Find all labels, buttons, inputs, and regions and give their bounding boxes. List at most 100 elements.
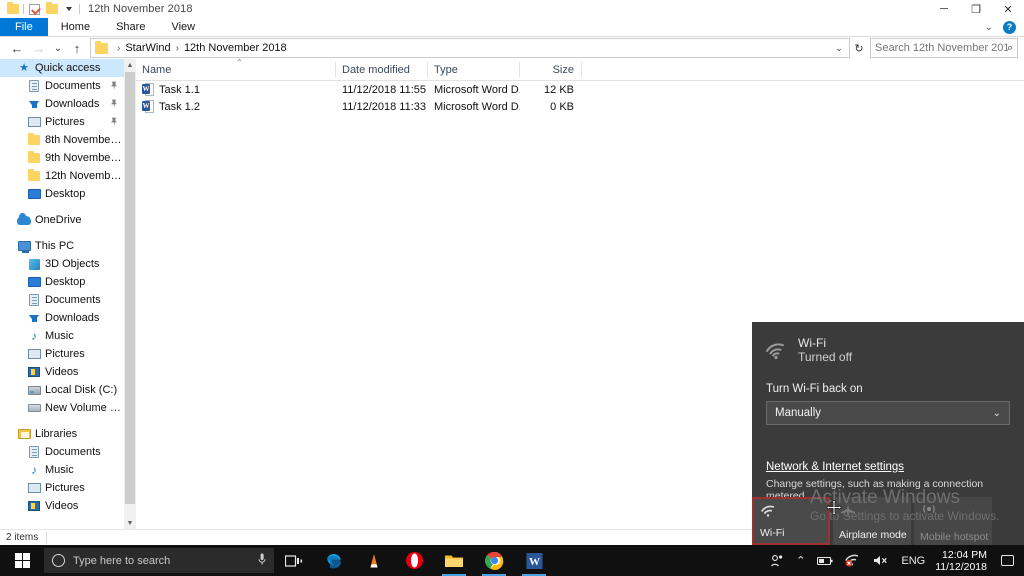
opera-button[interactable] bbox=[394, 545, 434, 576]
sidebar-item-videos[interactable]: Videos bbox=[0, 363, 124, 381]
pictures-icon bbox=[26, 349, 42, 359]
tab-share[interactable]: Share bbox=[103, 18, 158, 36]
battery-icon[interactable] bbox=[811, 545, 839, 576]
hotspot-icon bbox=[921, 503, 937, 521]
table-row[interactable]: W Task 1.2 11/12/2018 11:33 Microsoft Word … bbox=[136, 98, 1024, 115]
tile-airplane-mode[interactable]: Airplane mode bbox=[833, 497, 911, 545]
sidebar-item-9th-november-2018[interactable]: 9th November 2018 bbox=[0, 149, 124, 167]
sidebar-item-downloads[interactable]: Downloads bbox=[0, 309, 124, 327]
vlc-button[interactable] bbox=[354, 545, 394, 576]
pin-icon[interactable] bbox=[110, 117, 118, 128]
customize-dropdown-icon[interactable] bbox=[60, 1, 77, 18]
tile-wifi[interactable]: Wi-Fi bbox=[752, 497, 830, 545]
tile-mobile-hotspot[interactable]: Mobile hotspot bbox=[914, 497, 992, 545]
sidebar-item-music[interactable]: ♪ Music bbox=[0, 461, 124, 479]
wifi-icon bbox=[764, 341, 790, 361]
wifi-schedule-dropdown[interactable]: Manually ⌄ bbox=[766, 401, 1010, 425]
maximize-button[interactable]: ❐ bbox=[960, 0, 992, 18]
search-input[interactable]: Search 12th November 2018 ⌕ bbox=[870, 38, 1018, 58]
sidebar-item-label: Local Disk (C:) bbox=[45, 384, 118, 396]
new-folder-icon[interactable] bbox=[43, 1, 60, 18]
file-explorer-button[interactable] bbox=[434, 545, 474, 576]
address-dropdown-icon[interactable]: ⌄ bbox=[831, 43, 847, 54]
file-name: Task 1.1 bbox=[159, 83, 200, 96]
word-button[interactable]: W bbox=[514, 545, 554, 576]
volume-muted-icon[interactable] bbox=[867, 545, 895, 576]
tab-file[interactable]: File bbox=[0, 18, 48, 36]
pin-icon[interactable] bbox=[110, 99, 118, 110]
sidebar-item-label: Pictures bbox=[45, 348, 85, 360]
start-button[interactable] bbox=[0, 545, 44, 576]
column-header-name[interactable]: ⌃ Name bbox=[136, 58, 336, 80]
network-settings-link[interactable]: Network & Internet settings bbox=[752, 461, 904, 473]
language-indicator[interactable]: ENG bbox=[895, 545, 931, 576]
people-icon[interactable] bbox=[764, 545, 790, 576]
sidebar-item-desktop[interactable]: Desktop bbox=[0, 273, 124, 291]
sidebar-item-label: 3D Objects bbox=[45, 258, 100, 270]
task-view-button[interactable] bbox=[274, 545, 314, 576]
sidebar-item-documents[interactable]: Documents bbox=[0, 77, 124, 95]
sidebar-item-pictures[interactable]: Pictures bbox=[0, 479, 124, 497]
sidebar-item-quick-access[interactable]: ★ Quick access bbox=[0, 59, 124, 77]
table-row[interactable]: W Task 1.1 11/12/2018 11:55 Microsoft Word … bbox=[136, 81, 1024, 98]
title-bar: 12th November 2018 ─ ❐ ✕ bbox=[0, 0, 1024, 18]
file-rows: W Task 1.1 11/12/2018 11:55 Microsoft Word … bbox=[136, 81, 1024, 115]
scrollbar-thumb[interactable] bbox=[125, 72, 135, 504]
microphone-icon[interactable] bbox=[258, 553, 266, 569]
sidebar-item-pictures[interactable]: Pictures bbox=[0, 345, 124, 363]
edge-button[interactable] bbox=[314, 545, 354, 576]
up-button[interactable]: ↑ bbox=[66, 38, 88, 58]
minimize-button[interactable]: ─ bbox=[928, 0, 960, 18]
sidebar-item-libraries[interactable]: Libraries bbox=[0, 425, 124, 443]
properties-icon[interactable] bbox=[26, 1, 43, 18]
taskbar-search-input[interactable]: Type here to search bbox=[44, 548, 274, 573]
sidebar-item-label: Downloads bbox=[45, 312, 100, 324]
column-header-date[interactable]: Date modified bbox=[336, 58, 428, 80]
sidebar-item-pictures[interactable]: Pictures bbox=[0, 113, 124, 131]
help-icon[interactable]: ? bbox=[1003, 20, 1016, 34]
recent-locations-button[interactable]: ⌄ bbox=[50, 38, 66, 58]
sidebar-item-downloads[interactable]: Downloads bbox=[0, 95, 124, 113]
sidebar-item-new-volume-d[interactable]: New Volume (D:) bbox=[0, 399, 124, 417]
pin-icon[interactable] bbox=[110, 81, 118, 92]
breadcrumb-folder-icon bbox=[95, 40, 108, 54]
tab-view[interactable]: View bbox=[158, 18, 208, 36]
sidebar-item-this-pc[interactable]: This PC bbox=[0, 237, 124, 255]
wifi-disconnected-icon[interactable] bbox=[839, 545, 867, 576]
sidebar-item-local-disk-c[interactable]: Local Disk (C:) bbox=[0, 381, 124, 399]
sidebar-item-videos[interactable]: Videos bbox=[0, 497, 124, 515]
sidebar-item-12th-november-2018[interactable]: 12th November 2018 bbox=[0, 167, 124, 185]
windows-logo-icon bbox=[14, 553, 30, 568]
action-center-icon[interactable] bbox=[995, 545, 1020, 576]
navigation-scrollbar[interactable]: ▲ ▼ bbox=[124, 59, 136, 529]
navigation-pane[interactable]: ★ Quick access Documents Downloads Pictures 8… bbox=[0, 59, 124, 529]
column-header-size[interactable]: Size bbox=[520, 58, 582, 80]
breadcrumb[interactable]: › StarWind › 12th November 2018 ⌄ bbox=[90, 38, 850, 58]
clock[interactable]: 12:04 PM 11/12/2018 bbox=[931, 549, 995, 573]
address-bar: ← → ⌄ ↑ › StarWind › 12th November 2018 … bbox=[0, 37, 1024, 59]
show-hidden-icons-chevron[interactable]: ⌃ bbox=[790, 545, 811, 576]
tab-home[interactable]: Home bbox=[48, 18, 103, 36]
sidebar-item-music[interactable]: ♪ Music bbox=[0, 327, 124, 345]
breadcrumb-separator-1: › bbox=[175, 42, 179, 54]
sidebar-item-documents[interactable]: Documents bbox=[0, 291, 124, 309]
sidebar-item-desktop[interactable]: Desktop bbox=[0, 185, 124, 203]
back-button[interactable]: ← bbox=[6, 38, 28, 58]
chrome-button[interactable] bbox=[474, 545, 514, 576]
chevron-down-icon[interactable]: ⌄ bbox=[985, 22, 993, 33]
sidebar-item-onedrive[interactable]: OneDrive bbox=[0, 211, 124, 229]
breadcrumb-item-1[interactable]: 12th November 2018 bbox=[184, 42, 287, 54]
sidebar-item-3d-objects[interactable]: 3D Objects bbox=[0, 255, 124, 273]
scroll-up-icon[interactable]: ▲ bbox=[124, 59, 136, 71]
column-label-type: Type bbox=[434, 64, 458, 76]
sidebar-item-documents[interactable]: Documents bbox=[0, 443, 124, 461]
folder-icon[interactable] bbox=[4, 1, 21, 18]
column-header-type[interactable]: Type bbox=[428, 58, 520, 80]
breadcrumb-separator-0: › bbox=[117, 42, 121, 54]
wifi-flyout-panel[interactable]: Wi-Fi Turned off Turn Wi-Fi back on Manu… bbox=[752, 322, 1024, 545]
sidebar-item-8th-november-2018[interactable]: 8th November 2018 bbox=[0, 131, 124, 149]
refresh-button[interactable]: ↻ bbox=[850, 42, 868, 55]
scroll-down-icon[interactable]: ▼ bbox=[124, 517, 136, 529]
breadcrumb-item-0[interactable]: StarWind bbox=[125, 42, 170, 54]
close-button[interactable]: ✕ bbox=[992, 0, 1024, 18]
